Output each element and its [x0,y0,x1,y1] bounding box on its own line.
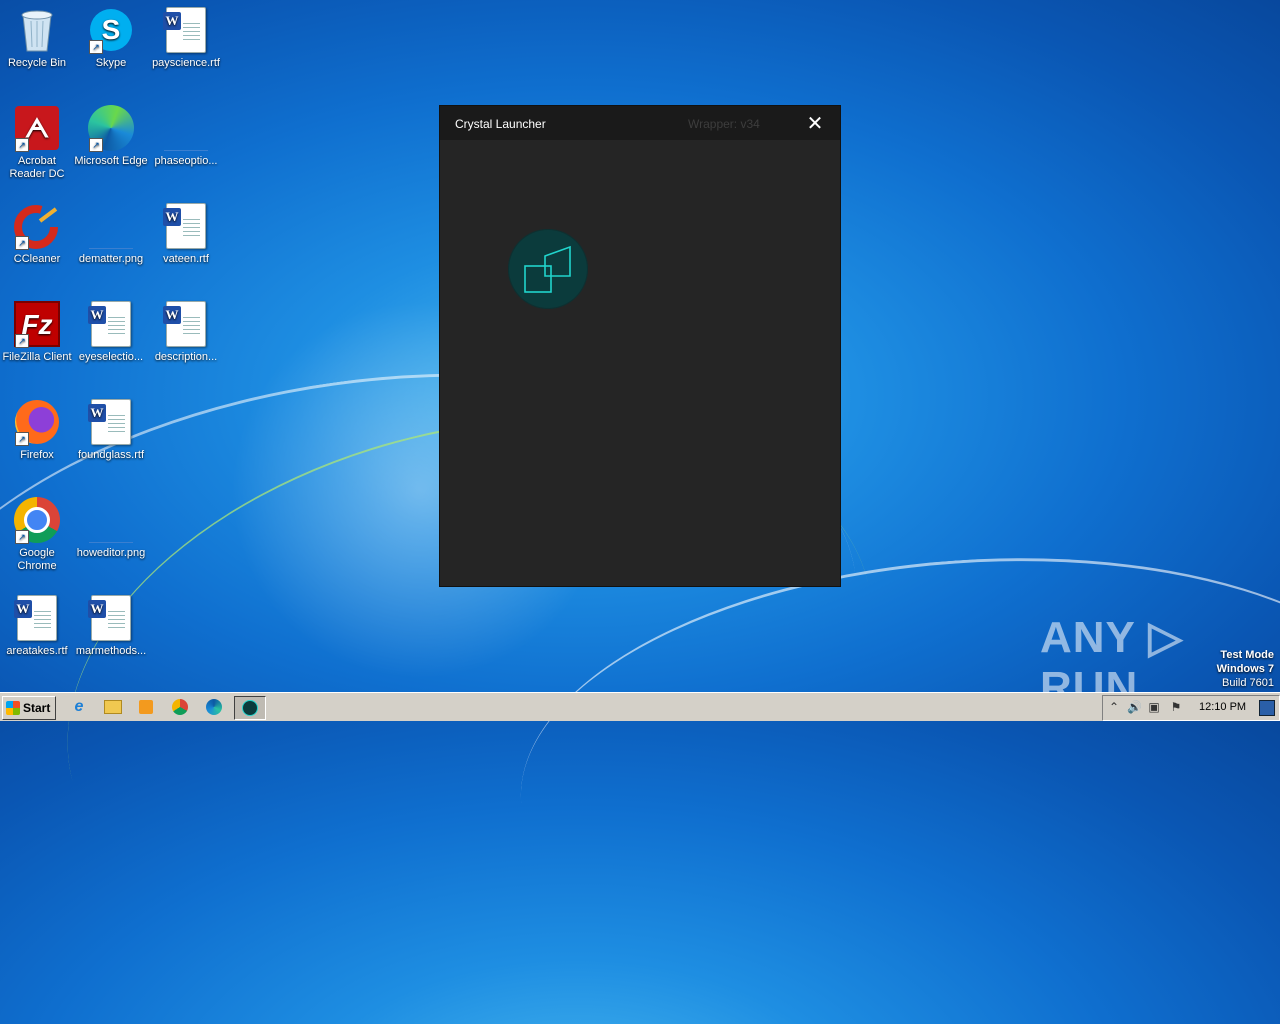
chrome-icon [172,699,188,715]
window-title: Crystal Launcher [455,117,546,131]
acrobat-icon: ᗅ ↗ [13,104,61,152]
firefox-icon: ↗ [13,398,61,446]
desktop-icon-label: vateen.rtf [163,253,209,265]
desktop-icon-description[interactable]: W description... [149,300,223,364]
taskbar-edge-button[interactable] [201,696,227,718]
desktop-icon-recycle-bin[interactable]: Recycle Bin [0,6,74,70]
crystal-logo-icon [508,229,588,309]
taskbar-explorer-button[interactable] [100,696,126,718]
desktop-icon-acrobat[interactable]: ᗅ ↗ Acrobat Reader DC [0,104,74,181]
windows-flag-icon [6,701,20,715]
desktop-icon-filezilla[interactable]: Fz ↗ FileZilla Client [0,300,74,364]
word-document-icon: W [162,300,210,348]
crystal-logo-icon [242,700,258,716]
close-button[interactable]: ✕ [790,106,840,140]
desktop-icon-edge[interactable]: ↗ Microsoft Edge [74,104,148,168]
taskbar-crystal-launcher-button[interactable] [234,696,266,720]
desktop-icon-howeditor[interactable]: howeditor.png [74,496,148,560]
desktop-icon-marmethods[interactable]: W marmethods... [74,594,148,658]
network-icon[interactable]: ▣ [1147,700,1161,714]
recycle-bin-icon [13,6,61,54]
chrome-icon: ↗ [13,496,61,544]
desktop-icon-label: dematter.png [78,253,144,265]
filezilla-icon: Fz ↗ [13,300,61,348]
volume-icon[interactable]: 🔊 [1127,700,1142,714]
test-mode-label: Test Mode [1220,649,1274,661]
internet-explorer-icon: e [74,698,84,715]
desktop-icon-label: payscience.rtf [152,57,220,69]
desktop-icon-payscience[interactable]: W payscience.rtf [149,6,223,70]
desktop-icon-label: Skype [95,57,127,69]
start-label: Start [23,701,51,715]
wallpaper-streak [506,529,1280,1014]
desktop-icon-label: marmethods... [75,645,147,657]
word-document-icon: W [162,202,210,250]
desktop-icon-label: Firefox [20,449,54,461]
desktop-icon-chrome[interactable]: ↗ Google Chrome [0,496,74,573]
desktop-icon-skype[interactable]: S ↗ Skype [74,6,148,70]
desktop-icon-label: description... [154,351,218,363]
desktop-icon-phaseoption[interactable]: phaseoptio... [149,104,223,168]
desktop-icon-foundglass[interactable]: W foundglass.rtf [74,398,148,462]
edge-icon: ↗ [87,104,135,152]
show-hidden-icons-icon[interactable]: ⌃ [1107,700,1121,714]
word-document-icon: W [13,594,61,642]
os-label: Windows 7 [1216,663,1274,675]
desktop-icon-label: areatakes.rtf [6,645,68,657]
edge-icon [206,699,222,715]
system-tray: ⌃ 🔊 ▣ ⚑ 12:10 PM [1102,695,1280,721]
desktop-icon-eyeselection[interactable]: W eyeselectio... [74,300,148,364]
desktop-icon-label: phaseoptio... [154,155,218,167]
desktop-icon-dematter[interactable]: dematter.png [74,202,148,266]
taskbar-chrome-button[interactable] [167,696,193,718]
wrapper-version: Wrapper: v34 [688,117,760,131]
word-document-icon: W [87,300,135,348]
desktop-icon-label: Google Chrome [17,547,57,572]
skype-icon: S ↗ [87,6,135,54]
window-titlebar[interactable]: Crystal Launcher Wrapper: v34 ✕ [440,106,840,140]
desktop-icon-vateen[interactable]: W vateen.rtf [149,202,223,266]
taskbar: Start e ⌃ 🔊 ▣ ⚑ 12:10 PM [0,692,1280,721]
ccleaner-icon: ↗ [13,202,61,250]
action-center-flag-icon[interactable]: ⚑ [1169,700,1183,714]
close-icon: ✕ [806,112,824,135]
desktop-icon-ccleaner[interactable]: ↗ CCleaner [0,202,74,266]
desktop-icon-firefox[interactable]: ↗ Firefox [0,398,74,462]
desktop-icon-label: CCleaner [13,253,61,265]
show-desktop-icon[interactable] [1259,700,1275,716]
system-info: Test Mode Windows 7 Build 7601 [1217,648,1274,690]
desktop-icon-label: eyeselectio... [78,351,144,363]
image-file-icon [87,496,135,544]
taskbar-media-player-button[interactable] [133,696,159,718]
image-file-icon [162,104,210,152]
desktop-icon-label: Microsoft Edge [74,155,148,167]
desktop-icon-label: Acrobat Reader DC [9,155,65,180]
word-document-icon: W [162,6,210,54]
desktop-icon-label: Recycle Bin [7,57,67,69]
desktop-icon-label: howeditor.png [76,547,146,559]
word-document-icon: W [87,398,135,446]
taskbar-ie-button[interactable]: e [66,696,92,718]
image-file-icon [87,202,135,250]
desktop-icon-areatakes[interactable]: W areatakes.rtf [0,594,74,658]
build-label: Build 7601 [1222,677,1274,689]
media-player-icon [139,700,153,714]
desktop-icon-label: foundglass.rtf [77,449,145,461]
start-button[interactable]: Start [2,696,56,720]
desktop-icon-label: FileZilla Client [2,351,72,363]
word-document-icon: W [87,594,135,642]
launcher-window: Crystal Launcher Wrapper: v34 ✕ [440,106,840,586]
clock[interactable]: 12:10 PM [1199,701,1246,713]
folder-icon [104,700,122,714]
